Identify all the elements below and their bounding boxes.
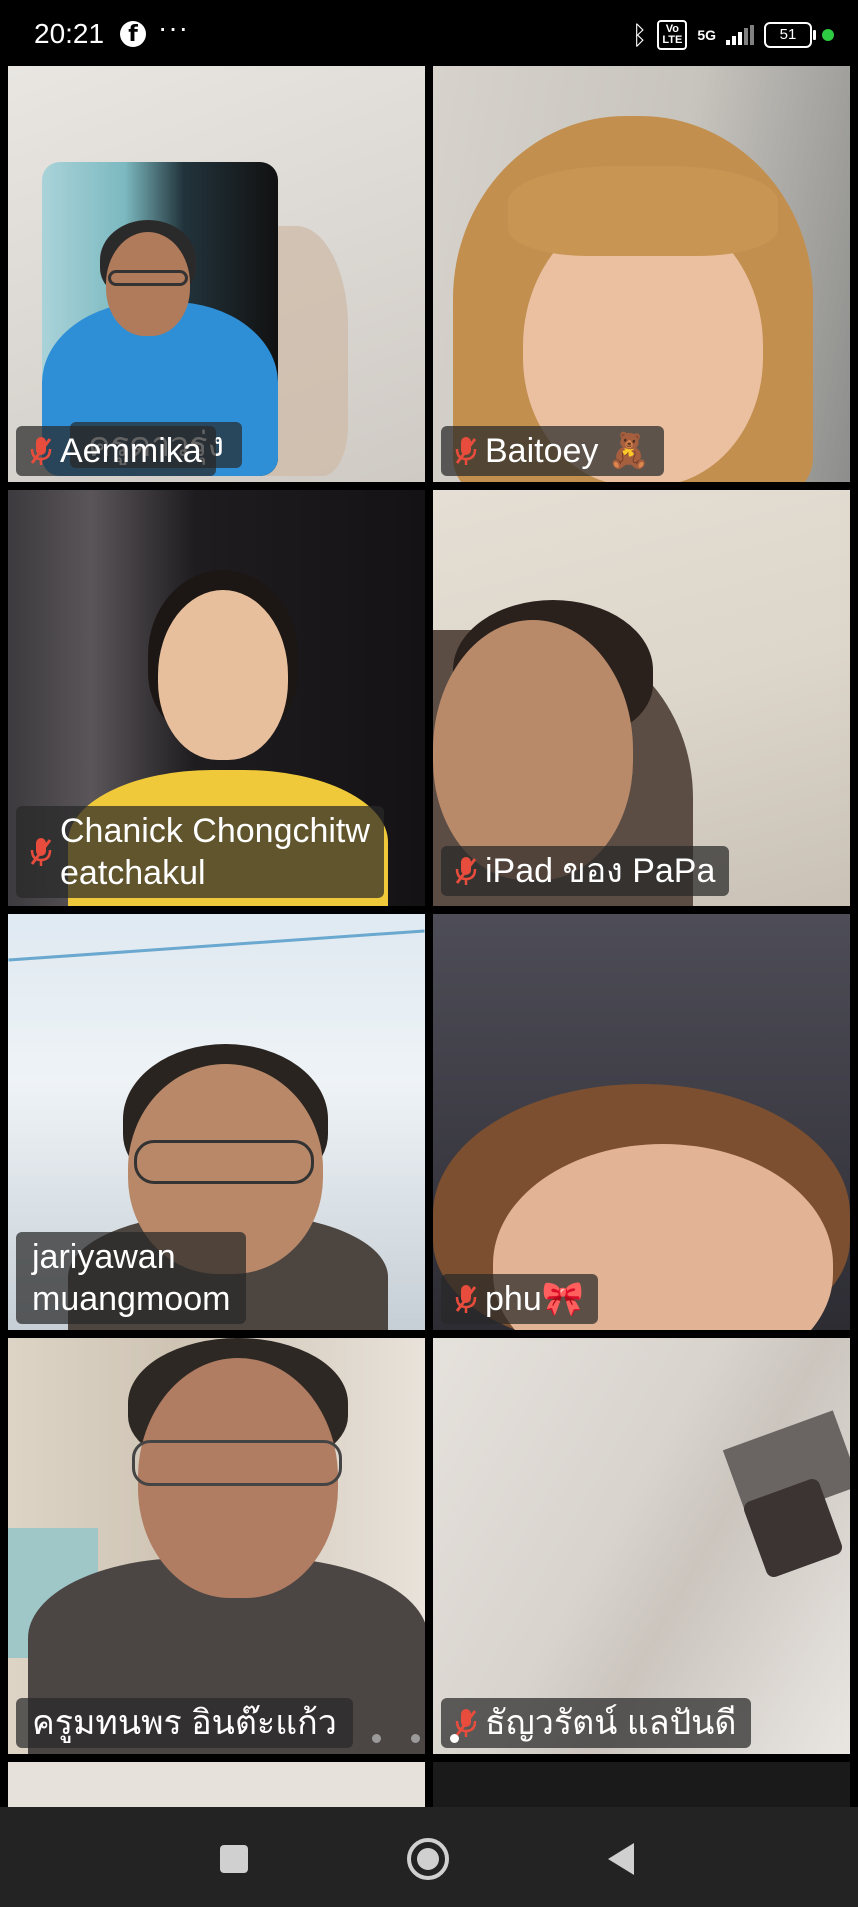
video-tile-thanyarat[interactable]: ธัญวรัตน์ แลปันดี (433, 1338, 850, 1754)
mic-off-icon (455, 855, 477, 887)
page-dot[interactable] (411, 1734, 420, 1743)
video-tile-chanick[interactable]: Chanick Chongchitw eatchakul (8, 490, 425, 906)
page-indicator[interactable] (372, 1734, 459, 1743)
clock: 20:21 (34, 18, 105, 49)
participant-label: jariyawan muangmoom (16, 1232, 247, 1324)
recents-button[interactable] (210, 1835, 258, 1883)
page-dot-active[interactable] (450, 1734, 459, 1743)
page-dot[interactable] (372, 1734, 381, 1743)
participant-name: Chanick Chongchitw eatchakul (60, 812, 370, 892)
volte-icon: Vo LTE (657, 20, 688, 50)
more-notifications-icon: ··· (158, 12, 189, 43)
mic-off-icon (30, 836, 52, 868)
back-button[interactable] (598, 1835, 646, 1883)
participant-label: Aemmika (16, 426, 216, 476)
participant-label: ธัญวรัตน์ แลปันดี (441, 1698, 751, 1748)
participant-name: ธัญวรัตน์ แลปันดี (485, 1704, 737, 1742)
participant-label: Baitoey 🧸 (441, 426, 665, 476)
participant-name: ครูมทนพร อินต๊ะแก้ว (32, 1704, 337, 1742)
participant-label: phu🎀 (441, 1274, 599, 1324)
participant-label: ครูมทนพร อินต๊ะแก้ว (16, 1698, 353, 1748)
system-nav-bar (0, 1807, 858, 1907)
mic-off-icon (455, 1283, 477, 1315)
video-tile-next-row-left[interactable] (8, 1762, 425, 1807)
status-bar: 20:21 f ··· ᛒ Vo LTE 5G 51 (0, 0, 858, 66)
video-tile-teacher-mathanaporn[interactable]: ครูมทนพร อินต๊ะแก้ว (8, 1338, 425, 1754)
video-tile-aemmika[interactable]: ครูดาวรุ่ง Aemmika (8, 66, 425, 482)
participant-name: iPad ของ PaPa (485, 852, 716, 890)
participant-name: jariyawan muangmoom (32, 1238, 231, 1318)
circle-icon (407, 1838, 449, 1880)
video-tile-jariyawan[interactable]: jariyawan muangmoom (8, 914, 425, 1330)
participant-name: Aemmika (60, 432, 202, 470)
video-tile-phu[interactable]: phu🎀 (433, 914, 850, 1330)
active-indicator-icon (822, 29, 834, 41)
triangle-icon (608, 1843, 634, 1875)
video-tile-next-row-right[interactable] (433, 1762, 850, 1807)
status-icons: ᛒ Vo LTE 5G 51 (632, 18, 834, 52)
participant-name: Baitoey 🧸 (485, 432, 651, 470)
mic-off-icon (455, 435, 477, 467)
signal-icon (726, 25, 754, 45)
participant-label: iPad ของ PaPa (441, 846, 730, 896)
participant-name: phu🎀 (485, 1280, 585, 1318)
network-type-icon: 5G (697, 27, 716, 43)
facebook-icon: f (120, 21, 146, 47)
participant-label: Chanick Chongchitw eatchakul (16, 806, 384, 898)
home-button[interactable] (404, 1835, 452, 1883)
bluetooth-icon: ᛒ (631, 19, 648, 50)
video-tile-ipad-papa[interactable]: iPad ของ PaPa (433, 490, 850, 906)
battery-icon: 51 (764, 22, 816, 48)
square-icon (220, 1845, 248, 1873)
mic-off-icon (30, 435, 52, 467)
video-tile-baitoey[interactable]: Baitoey 🧸 (433, 66, 850, 482)
